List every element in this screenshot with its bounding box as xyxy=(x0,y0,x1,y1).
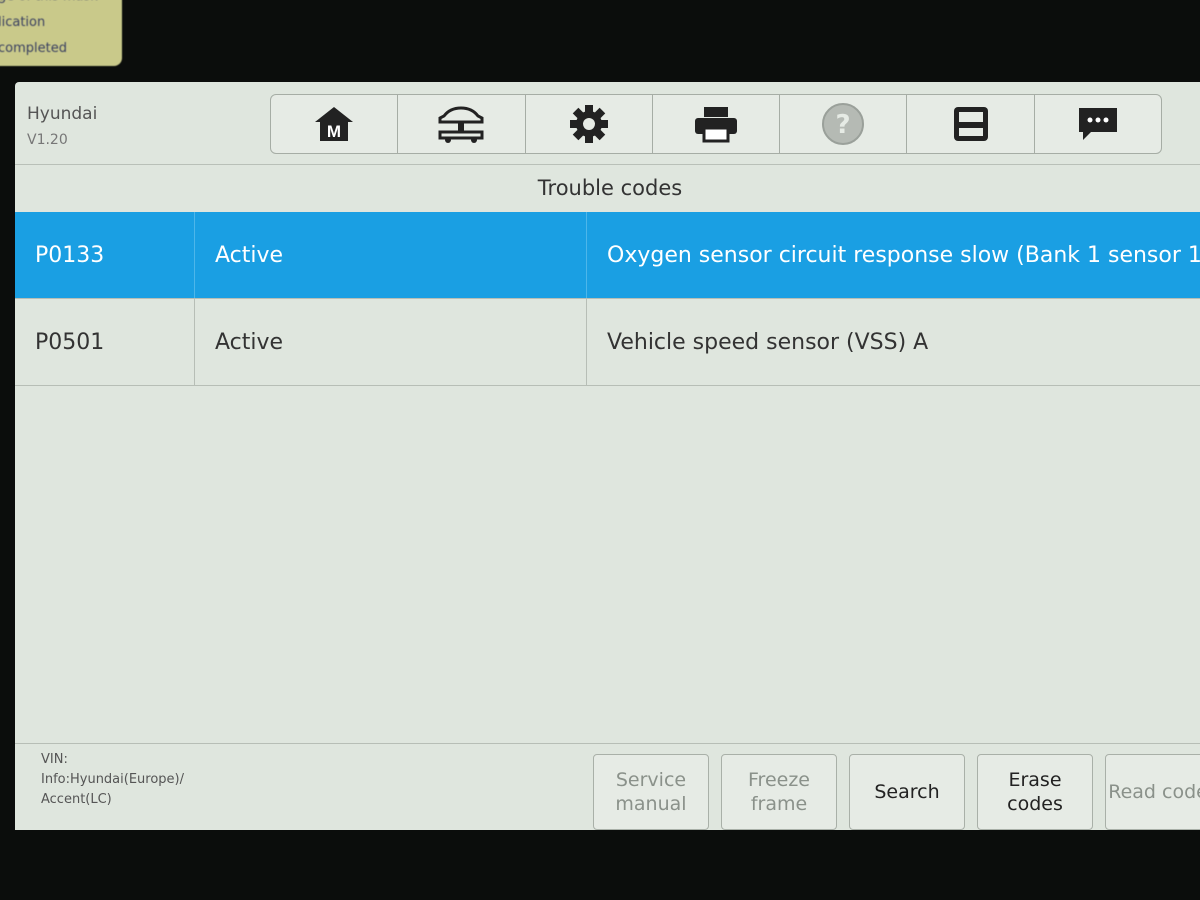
vehicle-lift-icon xyxy=(438,106,484,143)
page-title: Trouble codes xyxy=(537,176,683,200)
freeze-frame-button[interactable]: Freeze frame xyxy=(721,754,837,830)
save-icon xyxy=(953,107,988,141)
footer: VIN: Info:Hyundai(Europe)/ Accent(LC) Se… xyxy=(15,743,1200,830)
info-line: Accent(LC) xyxy=(41,792,112,807)
screen: Hyundai V1.20 M ? Trouble codes P0133 Ac… xyxy=(15,82,1200,830)
table-row[interactable]: P0501 Active Vehicle speed sensor (VSS) … xyxy=(15,299,1200,386)
code-cell: P0133 xyxy=(15,212,195,298)
message-icon xyxy=(1078,108,1117,140)
header: Hyundai V1.20 M ? xyxy=(15,82,1200,165)
print-button[interactable] xyxy=(653,95,781,153)
save-button[interactable] xyxy=(907,95,1035,153)
svg-text:M: M xyxy=(327,122,341,141)
settings-button[interactable] xyxy=(526,95,653,153)
vin-label: VIN: xyxy=(41,752,68,767)
table-row[interactable]: P0133 Active Oxygen sensor circuit respo… xyxy=(15,212,1200,299)
sticker: ge of this mask lication completed xyxy=(0,0,122,66)
gear-icon xyxy=(569,105,608,143)
vehicle-button[interactable] xyxy=(398,95,526,153)
svg-text:?: ? xyxy=(836,110,851,140)
vehicle-info: VIN: Info:Hyundai(Europe)/ Accent(LC) xyxy=(41,750,184,810)
erase-codes-button[interactable]: Erase codes xyxy=(977,754,1093,830)
sticker-line: lication completed xyxy=(0,15,67,56)
description-cell: Vehicle speed sensor (VSS) A xyxy=(607,329,929,355)
message-button[interactable] xyxy=(1035,95,1161,153)
version: V1.20 xyxy=(27,132,68,148)
home-button[interactable]: M xyxy=(271,95,399,153)
help-button[interactable]: ? xyxy=(780,95,908,153)
sticker-line: ge of this mask xyxy=(0,0,114,10)
toolbar: M ? xyxy=(270,94,1162,154)
brand: Hyundai xyxy=(27,104,98,124)
search-button[interactable]: Search xyxy=(849,754,965,830)
code-cell: P0501 xyxy=(15,299,195,385)
home-m-icon: M xyxy=(315,107,354,141)
printer-icon xyxy=(694,107,737,143)
help-icon: ? xyxy=(822,103,865,145)
info-line: Info:Hyundai(Europe)/ xyxy=(41,772,184,787)
status-cell: Active xyxy=(195,212,587,298)
read-codes-button[interactable]: Read codes xyxy=(1105,754,1200,830)
service-manual-button[interactable]: Service manual xyxy=(593,754,709,830)
description-cell: Oxygen sensor circuit response slow (Ban… xyxy=(607,242,1200,268)
status-cell: Active xyxy=(195,299,587,385)
